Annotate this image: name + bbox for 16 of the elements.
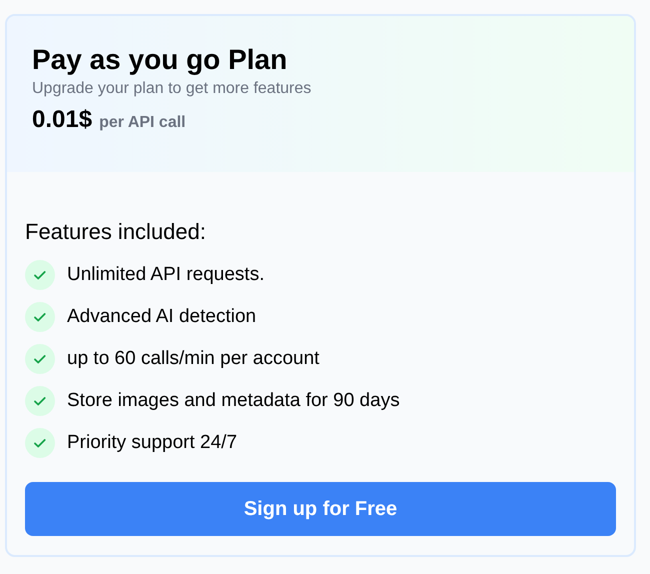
feature-text: Store images and metadata for 90 days [67,388,400,413]
check-icon [25,428,55,458]
check-icon [25,260,55,290]
feature-text: Priority support 24/7 [67,430,238,455]
check-icon [25,302,55,332]
plan-title: Pay as you go Plan [32,43,288,77]
feature-text: up to 60 calls/min per account [67,346,320,371]
check-icon [25,386,55,416]
features-heading: Features included: [25,218,207,246]
feature-text: Advanced AI detection [67,304,256,329]
check-icon [25,344,55,374]
sign-up-button[interactable]: Sign up for Free [25,482,616,536]
price: 0.01$ [32,105,92,135]
plan-subtitle: Upgrade your plan to get more features [32,79,312,99]
feature-text: Unlimited API requests. [67,262,264,287]
price-unit: per API call [99,113,186,133]
